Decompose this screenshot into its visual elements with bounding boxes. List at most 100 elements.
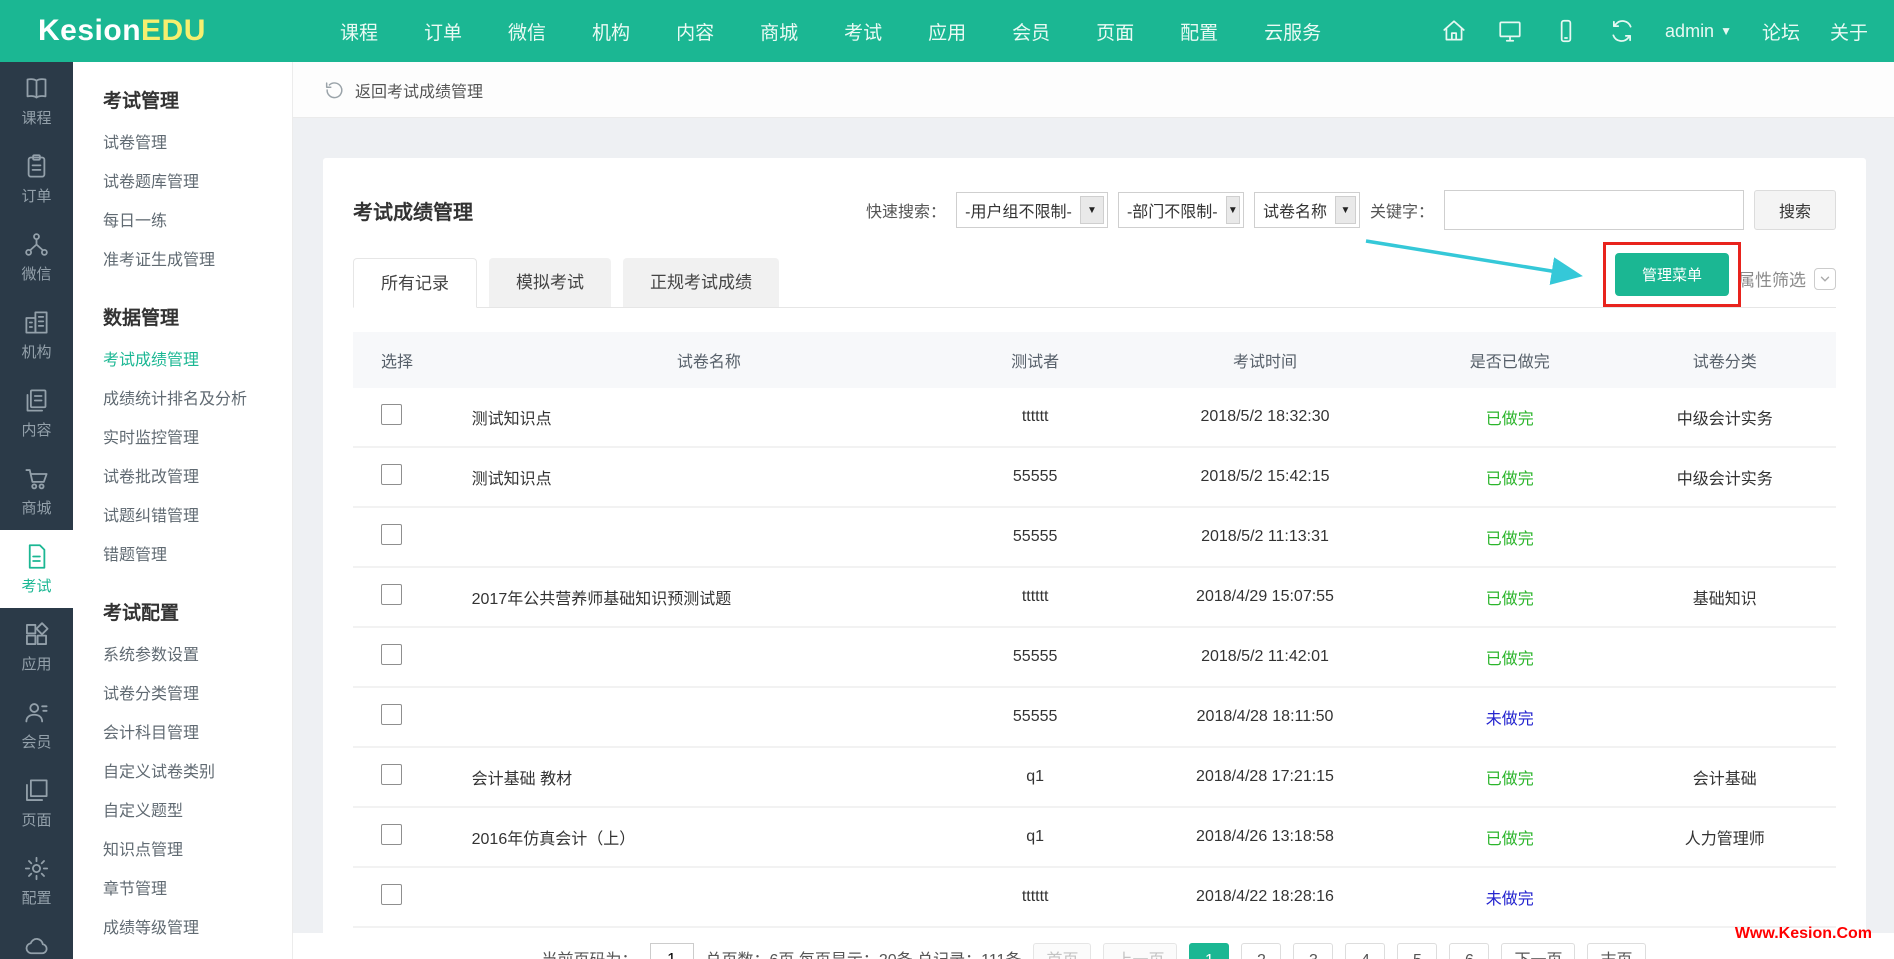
current-page-input[interactable] bbox=[650, 943, 694, 959]
menu-item-准考证生成管理[interactable]: 准考证生成管理 bbox=[103, 238, 292, 277]
cell-paper-name: 测试知识点 bbox=[472, 465, 947, 489]
paper-name-select[interactable]: 试卷名称 ▼ bbox=[1254, 192, 1360, 228]
menu-item-成绩统计排名及分析[interactable]: 成绩统计排名及分析 bbox=[103, 377, 292, 416]
clipboard-icon bbox=[23, 153, 50, 180]
row-checkbox[interactable] bbox=[381, 764, 402, 785]
cart-icon bbox=[23, 465, 50, 492]
nav-item-5[interactable]: 商城 bbox=[760, 18, 798, 45]
row-checkbox[interactable] bbox=[381, 884, 402, 905]
rail-item-云服务[interactable]: 云服务 bbox=[0, 920, 73, 959]
page-number-4[interactable]: 4 bbox=[1345, 943, 1385, 959]
rail-item-会员[interactable]: 会员 bbox=[0, 686, 73, 764]
row-checkbox[interactable] bbox=[381, 824, 402, 845]
attribute-filter[interactable]: 属性筛选 bbox=[1738, 266, 1836, 291]
menu-item-成绩等级管理[interactable]: 成绩等级管理 bbox=[103, 906, 292, 945]
nav-item-0[interactable]: 课程 bbox=[340, 18, 378, 45]
forum-link[interactable]: 论坛 bbox=[1762, 18, 1800, 45]
keyword-input[interactable] bbox=[1444, 190, 1744, 230]
nav-item-1[interactable]: 订单 bbox=[424, 18, 462, 45]
cell-category: 中级会计实务 bbox=[1614, 405, 1836, 429]
rail-item-订单[interactable]: 订单 bbox=[0, 140, 73, 218]
about-link[interactable]: 关于 bbox=[1830, 18, 1868, 45]
menu-item-知识点管理[interactable]: 知识点管理 bbox=[103, 828, 292, 867]
admin-dropdown[interactable]: admin ▼ bbox=[1665, 21, 1732, 42]
cell-tester: 55555 bbox=[946, 708, 1124, 726]
rail-item-微信[interactable]: 微信 bbox=[0, 218, 73, 296]
menu-item-自定义题型[interactable]: 自定义题型 bbox=[103, 789, 292, 828]
refresh-icon[interactable] bbox=[1609, 18, 1635, 44]
tab-mock-exam[interactable]: 模拟考试 bbox=[489, 258, 611, 307]
last-page-button[interactable]: 末页 bbox=[1587, 943, 1645, 959]
rail-item-label: 页面 bbox=[21, 809, 51, 830]
breadcrumb-back-link[interactable]: 返回考试成绩管理 bbox=[355, 78, 483, 102]
menu-item-试卷批改管理[interactable]: 试卷批改管理 bbox=[103, 455, 292, 494]
row-checkbox[interactable] bbox=[381, 704, 402, 725]
row-checkbox[interactable] bbox=[381, 404, 402, 425]
menu-item-试题纠错管理[interactable]: 试题纠错管理 bbox=[103, 494, 292, 533]
cell-exam-time: 2018/4/29 15:07:55 bbox=[1124, 588, 1406, 606]
menu-item-实时监控管理[interactable]: 实时监控管理 bbox=[103, 416, 292, 455]
rail-item-配置[interactable]: 配置 bbox=[0, 842, 73, 920]
rail-item-考试[interactable]: 考试 bbox=[0, 530, 73, 608]
menu-item-试卷分类管理[interactable]: 试卷分类管理 bbox=[103, 672, 292, 711]
page-number-2[interactable]: 2 bbox=[1241, 943, 1281, 959]
chevron-down-icon: ▼ bbox=[1720, 24, 1732, 38]
annotation-highlight-box: 管理菜单 bbox=[1603, 242, 1741, 307]
rail-item-label: 内容 bbox=[21, 419, 51, 440]
rail-item-应用[interactable]: 应用 bbox=[0, 608, 73, 686]
row-checkbox[interactable] bbox=[381, 584, 402, 605]
nav-item-10[interactable]: 配置 bbox=[1180, 18, 1218, 45]
menu-heading: 考试管理 bbox=[103, 86, 292, 113]
nav-item-3[interactable]: 机构 bbox=[592, 18, 630, 45]
nav-menu: 课程 订单 微信 机构 内容 商城 考试 应用 会员 页面 配置 云服务 bbox=[340, 0, 1321, 62]
rail-item-机构[interactable]: 机构 bbox=[0, 296, 73, 374]
first-page-button[interactable]: 首页 bbox=[1033, 943, 1091, 959]
nav-item-7[interactable]: 应用 bbox=[928, 18, 966, 45]
manage-menu-button[interactable]: 管理菜单 bbox=[1615, 253, 1729, 296]
rail-item-label: 机构 bbox=[21, 341, 51, 362]
col-paper-name: 试卷名称 bbox=[472, 348, 947, 372]
monitor-icon[interactable] bbox=[1497, 18, 1523, 44]
menu-item-考试成绩管理[interactable]: 考试成绩管理 bbox=[103, 338, 292, 377]
row-checkbox[interactable] bbox=[381, 644, 402, 665]
chevron-down-icon[interactable] bbox=[1814, 268, 1836, 290]
rail-item-课程[interactable]: 课程 bbox=[0, 62, 73, 140]
nav-item-8[interactable]: 会员 bbox=[1012, 18, 1050, 45]
nav-item-4[interactable]: 内容 bbox=[676, 18, 714, 45]
search-button[interactable]: 搜索 bbox=[1754, 190, 1836, 230]
rail-item-内容[interactable]: 内容 bbox=[0, 374, 73, 452]
nav-item-6[interactable]: 考试 bbox=[844, 18, 882, 45]
usergroup-select[interactable]: -用户组不限制- ▼ bbox=[956, 192, 1108, 228]
rail-item-页面[interactable]: 页面 bbox=[0, 764, 73, 842]
cell-tester: q1 bbox=[946, 828, 1124, 846]
tab-formal-exam-scores[interactable]: 正规考试成绩 bbox=[623, 258, 779, 307]
menu-item-试卷题库管理[interactable]: 试卷题库管理 bbox=[103, 160, 292, 199]
page-number-3[interactable]: 3 bbox=[1293, 943, 1333, 959]
menu-item-错题管理[interactable]: 错题管理 bbox=[103, 533, 292, 572]
page-number-5[interactable]: 5 bbox=[1397, 943, 1437, 959]
mobile-icon[interactable] bbox=[1553, 18, 1579, 44]
home-icon[interactable] bbox=[1441, 18, 1467, 44]
menu-item-自定义试卷类别[interactable]: 自定义试卷类别 bbox=[103, 750, 292, 789]
menu-item-每日一练[interactable]: 每日一练 bbox=[103, 199, 292, 238]
menu-item-试卷管理[interactable]: 试卷管理 bbox=[103, 121, 292, 160]
nav-item-2[interactable]: 微信 bbox=[508, 18, 546, 45]
page-number-6[interactable]: 6 bbox=[1449, 943, 1489, 959]
menu-item-系统参数设置[interactable]: 系统参数设置 bbox=[103, 633, 292, 672]
page-number-1[interactable]: 1 bbox=[1189, 943, 1229, 959]
menu-item-会计科目管理[interactable]: 会计科目管理 bbox=[103, 711, 292, 750]
next-page-button[interactable]: 下一页 bbox=[1501, 943, 1575, 959]
department-select[interactable]: -部门不限制- ▼ bbox=[1118, 192, 1244, 228]
row-checkbox[interactable] bbox=[381, 524, 402, 545]
rail-item-商城[interactable]: 商城 bbox=[0, 452, 73, 530]
row-checkbox[interactable] bbox=[381, 464, 402, 485]
share-icon bbox=[23, 231, 50, 258]
nav-item-11[interactable]: 云服务 bbox=[1264, 18, 1321, 45]
icon-rail-sidebar: 课程订单微信机构内容商城考试应用会员页面配置云服务 bbox=[0, 62, 73, 959]
tab-all-records[interactable]: 所有记录 bbox=[353, 258, 477, 308]
cell-exam-time: 2018/4/28 18:11:50 bbox=[1124, 708, 1406, 726]
select-arrow-icon: ▼ bbox=[1226, 196, 1240, 224]
prev-page-button[interactable]: 上一页 bbox=[1103, 943, 1177, 959]
nav-item-9[interactable]: 页面 bbox=[1096, 18, 1134, 45]
menu-item-章节管理[interactable]: 章节管理 bbox=[103, 867, 292, 906]
